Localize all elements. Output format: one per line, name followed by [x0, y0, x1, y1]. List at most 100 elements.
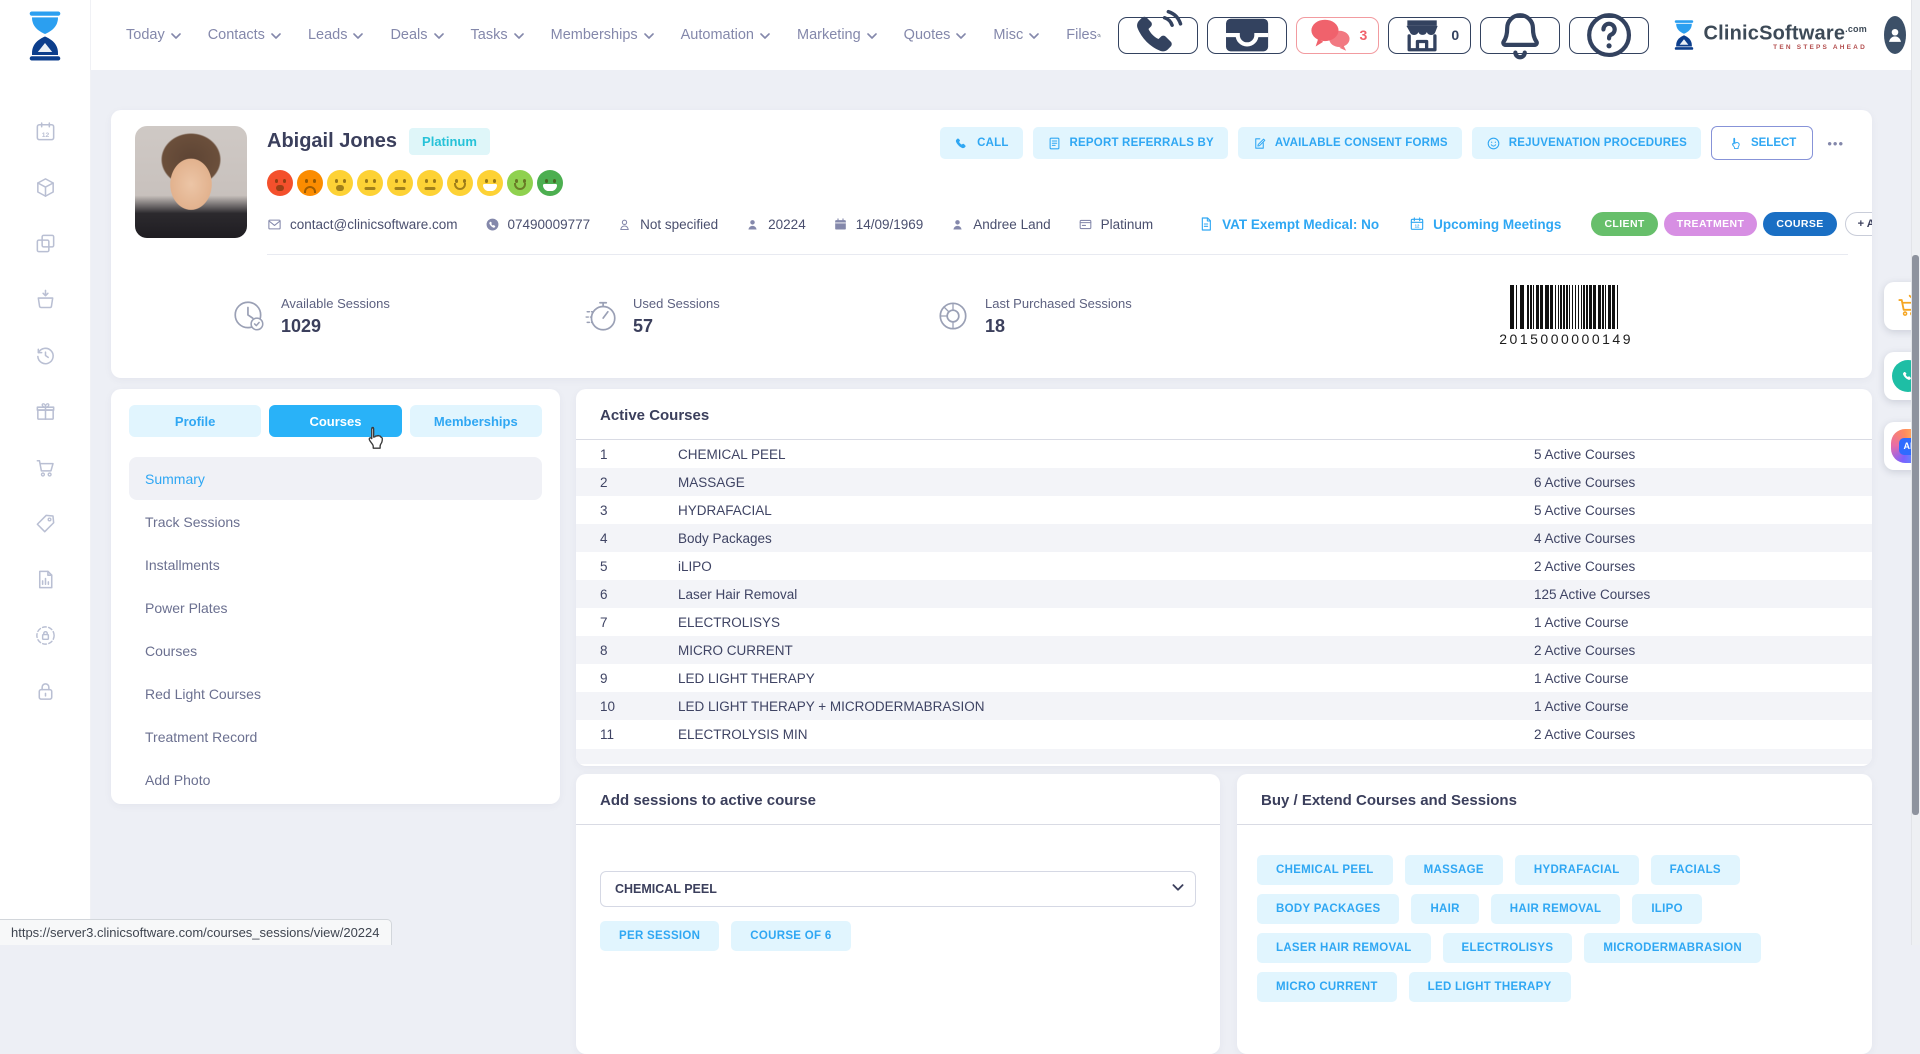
app-logo[interactable]	[25, 10, 65, 62]
mood-face[interactable]	[537, 170, 563, 196]
mood-face[interactable]	[447, 170, 473, 196]
nav-today[interactable]: Today	[126, 27, 181, 43]
table-row[interactable]: 8 MICRO CURRENT 2 Active Courses	[576, 636, 1872, 664]
table-row[interactable]: 7 ELECTROLISYS 1 Active Course	[576, 608, 1872, 636]
client-photo[interactable]	[135, 126, 247, 238]
client-label[interactable]: COURSE	[1763, 212, 1836, 236]
gift-icon[interactable]	[34, 400, 57, 423]
buy-course-button[interactable]: HAIR	[1411, 894, 1478, 924]
scrollbar-track[interactable]	[1911, 0, 1920, 945]
basket-icon[interactable]	[34, 288, 57, 311]
mood-face[interactable]	[387, 170, 413, 196]
buy-course-button[interactable]: LED LIGHT THERAPY	[1409, 972, 1571, 1002]
nav-misc[interactable]: Misc	[993, 27, 1039, 43]
add-label-button[interactable]: + Add Label	[1845, 212, 1872, 236]
mood-face[interactable]	[477, 170, 503, 196]
buy-course-button[interactable]: MICRODERMABRASION	[1584, 933, 1761, 963]
mood-face[interactable]	[507, 170, 533, 196]
table-row[interactable]: 2 MASSAGE 6 Active Courses	[576, 468, 1872, 496]
action-label: REJUVENATION PROCEDURES	[1509, 137, 1687, 149]
menu-summary[interactable]: Summary	[129, 457, 542, 500]
nav-leads[interactable]: Leads	[308, 27, 364, 43]
menu-track-sessions[interactable]: Track Sessions	[129, 500, 542, 543]
more-options-button[interactable]: •••	[1823, 136, 1848, 151]
buy-course-button[interactable]: FACIALS	[1651, 855, 1740, 885]
nav-marketing[interactable]: Marketing	[797, 27, 877, 43]
notifications-button[interactable]	[1480, 17, 1560, 54]
client-label[interactable]: CLIENT	[1591, 212, 1657, 236]
nav-contacts[interactable]: Contacts	[208, 27, 281, 43]
rejuvenation-procedures-button[interactable]: REJUVENATION PROCEDURES	[1472, 127, 1701, 159]
duplicate-icon[interactable]	[34, 232, 57, 255]
menu-power-plates[interactable]: Power Plates	[129, 586, 542, 629]
table-row[interactable]: 4 Body Packages 4 Active Courses	[576, 524, 1872, 552]
mood-face[interactable]	[327, 170, 353, 196]
nav-tasks[interactable]: Tasks	[471, 27, 524, 43]
report-referrals-button[interactable]: REPORT REFERRALS BY	[1033, 127, 1228, 159]
account-privacy-icon[interactable]	[34, 624, 57, 647]
mood-face[interactable]	[417, 170, 443, 196]
pos-button[interactable]: 0	[1388, 17, 1471, 54]
client-label[interactable]: TREATMENT	[1664, 212, 1758, 236]
buy-course-button[interactable]: LASER HAIR REMOVAL	[1257, 933, 1431, 963]
mood-face[interactable]	[357, 170, 383, 196]
upcoming-meetings-link[interactable]: 12Upcoming Meetings	[1409, 216, 1561, 232]
price-tag-icon[interactable]	[34, 512, 57, 535]
inbox-button[interactable]	[1207, 17, 1287, 54]
svg-text:12: 12	[1415, 223, 1420, 228]
vat-exempt-link[interactable]: VAT Exempt Medical: No	[1198, 216, 1379, 232]
calendar-icon[interactable]: 12	[34, 120, 57, 143]
package-icon[interactable]	[34, 176, 57, 199]
buy-course-button[interactable]: MASSAGE	[1405, 855, 1503, 885]
buy-course-button[interactable]: ELECTROLISYS	[1443, 933, 1573, 963]
menu-installments[interactable]: Installments	[129, 543, 542, 586]
call-button[interactable]: CALL	[940, 127, 1022, 159]
table-row[interactable]: 1 CHEMICAL PEEL 5 Active Courses	[576, 440, 1872, 468]
buy-course-button[interactable]: BODY PACKAGES	[1257, 894, 1399, 924]
chat-badge: 3	[1360, 27, 1368, 43]
menu-add-photo[interactable]: Add Photo	[129, 758, 542, 801]
client-card: Abigail Jones Platinum CALLREPORT REFERR…	[111, 110, 1872, 378]
chat-button[interactable]: 3	[1296, 17, 1379, 54]
table-row[interactable]: 9 LED LIGHT THERAPY 1 Active Course	[576, 664, 1872, 692]
consent-forms-button[interactable]: AVAILABLE CONSENT FORMS	[1238, 127, 1462, 159]
table-row[interactable]: 3 HYDRAFACIAL 5 Active Courses	[576, 496, 1872, 524]
table-row[interactable]: 11 ELECTROLYSIS MIN 2 Active Courses	[576, 720, 1872, 748]
buy-course-button[interactable]: HYDRAFACIAL	[1515, 855, 1639, 885]
status-bar: https://server3.clinicsoftware.com/cours…	[0, 919, 392, 945]
tab-courses[interactable]: Courses	[269, 405, 401, 437]
session-type-button[interactable]: COURSE OF 6	[731, 921, 850, 951]
mood-face[interactable]	[297, 170, 323, 196]
buy-course-button[interactable]: MICRO CURRENT	[1257, 972, 1397, 1002]
buy-course-button[interactable]: CHEMICAL PEEL	[1257, 855, 1393, 885]
menu-red-light-courses[interactable]: Red Light Courses	[129, 672, 542, 715]
nav-deals[interactable]: Deals	[390, 27, 443, 43]
user-avatar[interactable]	[1884, 16, 1906, 54]
nav-memberships[interactable]: Memberships	[551, 27, 654, 43]
report-icon[interactable]	[34, 568, 57, 591]
table-row[interactable]: 5 iLIPO 2 Active Courses	[576, 552, 1872, 580]
course-select[interactable]: CHEMICAL PEEL	[600, 871, 1196, 907]
search-icon[interactable]	[1097, 24, 1101, 47]
tab-profile[interactable]: Profile	[129, 405, 261, 437]
table-row[interactable]: 10 LED LIGHT THERAPY + MICRODERMABRASION…	[576, 692, 1872, 720]
session-type-button[interactable]: PER SESSION	[600, 921, 719, 951]
lock-icon[interactable]	[34, 680, 57, 703]
history-icon[interactable]	[34, 344, 57, 367]
help-button[interactable]	[1569, 17, 1649, 54]
cart-icon[interactable]	[34, 456, 57, 479]
scrollbar-thumb[interactable]	[1912, 255, 1919, 815]
table-row[interactable]: 6 Laser Hair Removal 125 Active Courses	[576, 580, 1872, 608]
nav-files[interactable]: Files	[1066, 27, 1097, 43]
dialer-button[interactable]	[1118, 17, 1198, 54]
tab-memberships[interactable]: Memberships	[410, 405, 542, 437]
nav-automation[interactable]: Automation	[681, 27, 770, 43]
select-button[interactable]: SELECT	[1711, 126, 1813, 160]
course-name: HYDRAFACIAL	[678, 503, 1534, 518]
buy-course-button[interactable]: ILIPO	[1632, 894, 1702, 924]
buy-course-button[interactable]: HAIR REMOVAL	[1491, 894, 1621, 924]
nav-quotes[interactable]: Quotes	[904, 27, 967, 43]
menu-courses[interactable]: Courses	[129, 629, 542, 672]
mood-face[interactable]	[267, 170, 293, 196]
menu-treatment-record[interactable]: Treatment Record	[129, 715, 542, 758]
